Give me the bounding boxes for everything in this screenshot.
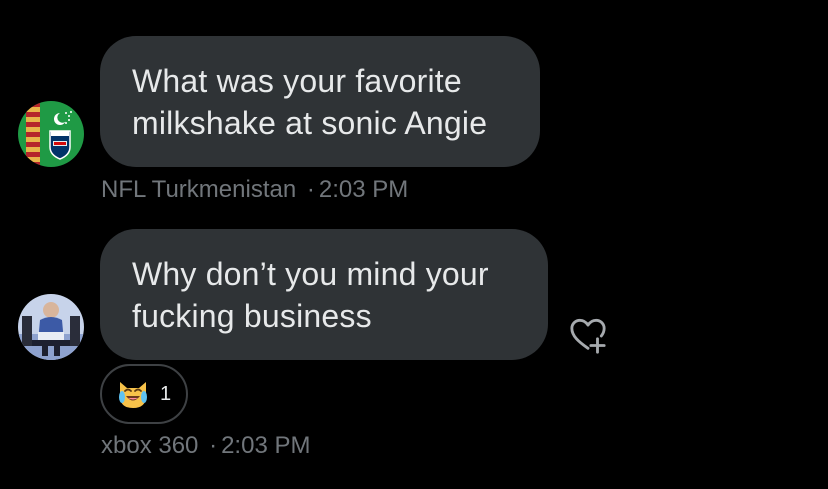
message-time-2: 2:03 PM	[221, 432, 311, 459]
message-text-2: Why don’t you mind your fucking business	[132, 256, 489, 334]
reaction-count: 1	[160, 382, 172, 405]
person-photo-avatar-icon	[18, 294, 84, 360]
sender-avatar-xbox-360[interactable]	[18, 294, 84, 360]
sender-name-2[interactable]: xbox 360	[101, 432, 198, 459]
message-bubble-2[interactable]: Why don’t you mind your fucking business	[100, 229, 548, 360]
add-reaction-heart-icon[interactable]	[569, 317, 607, 355]
reaction-pill[interactable]: 1	[100, 364, 188, 424]
message-text-1: What was your favorite milkshake at soni…	[132, 63, 488, 141]
nfl-turkmenistan-flag-avatar-icon	[18, 101, 84, 167]
message-meta-1: NFL Turkmenistan · 2:03 PM	[101, 176, 408, 204]
meta-separator-2: ·	[209, 432, 218, 459]
message-meta-2: xbox 360 · 2:03 PM	[101, 432, 310, 460]
message-bubble-1[interactable]: What was your favorite milkshake at soni…	[100, 36, 540, 167]
crying-laughing-cat-emoji-icon	[119, 382, 147, 408]
message-time-1: 2:03 PM	[318, 176, 409, 203]
sender-avatar-nfl-turkmenistan[interactable]	[18, 101, 84, 167]
meta-separator-1: ·	[306, 176, 315, 203]
sender-name-1[interactable]: NFL Turkmenistan	[101, 176, 296, 203]
